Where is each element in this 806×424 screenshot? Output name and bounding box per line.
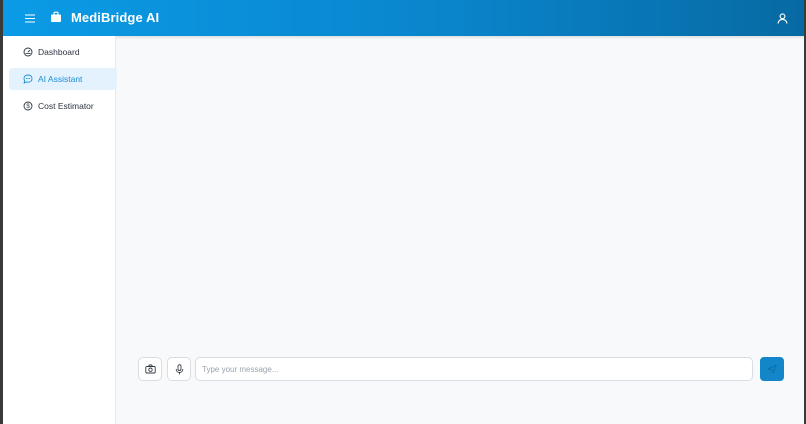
message-input[interactable] — [195, 357, 753, 381]
chat-icon — [23, 74, 33, 84]
top-bar: MediBridge AI — [3, 0, 804, 36]
sidebar-item-label: AI Assistant — [38, 74, 83, 84]
message-composer — [138, 357, 784, 381]
sidebar-item-cost-estimator[interactable]: $ Cost Estimator — [9, 95, 117, 117]
dollar-icon: $ — [23, 101, 33, 111]
briefcase-icon — [51, 11, 61, 22]
sidebar-item-dashboard[interactable]: Dashboard — [9, 41, 117, 63]
sidebar-item-label: Cost Estimator — [38, 101, 94, 111]
menu-button[interactable] — [21, 9, 39, 27]
send-button[interactable] — [760, 357, 784, 381]
send-icon — [767, 364, 777, 374]
user-icon — [776, 12, 788, 24]
app-window: MediBridge AI Dashboard AI Assistant $ C… — [3, 0, 804, 424]
microphone-icon — [175, 363, 183, 374]
app-title: MediBridge AI — [71, 10, 160, 25]
microphone-button[interactable] — [167, 357, 191, 381]
hamburger-icon — [25, 14, 35, 22]
sidebar: Dashboard AI Assistant $ Cost Estimator — [3, 36, 117, 424]
sidebar-item-ai-assistant[interactable]: AI Assistant — [9, 68, 117, 90]
camera-icon — [144, 364, 156, 374]
gauge-icon — [23, 47, 33, 57]
user-menu-button[interactable] — [773, 9, 791, 27]
sidebar-item-label: Dashboard — [38, 47, 80, 57]
camera-button[interactable] — [138, 357, 162, 381]
